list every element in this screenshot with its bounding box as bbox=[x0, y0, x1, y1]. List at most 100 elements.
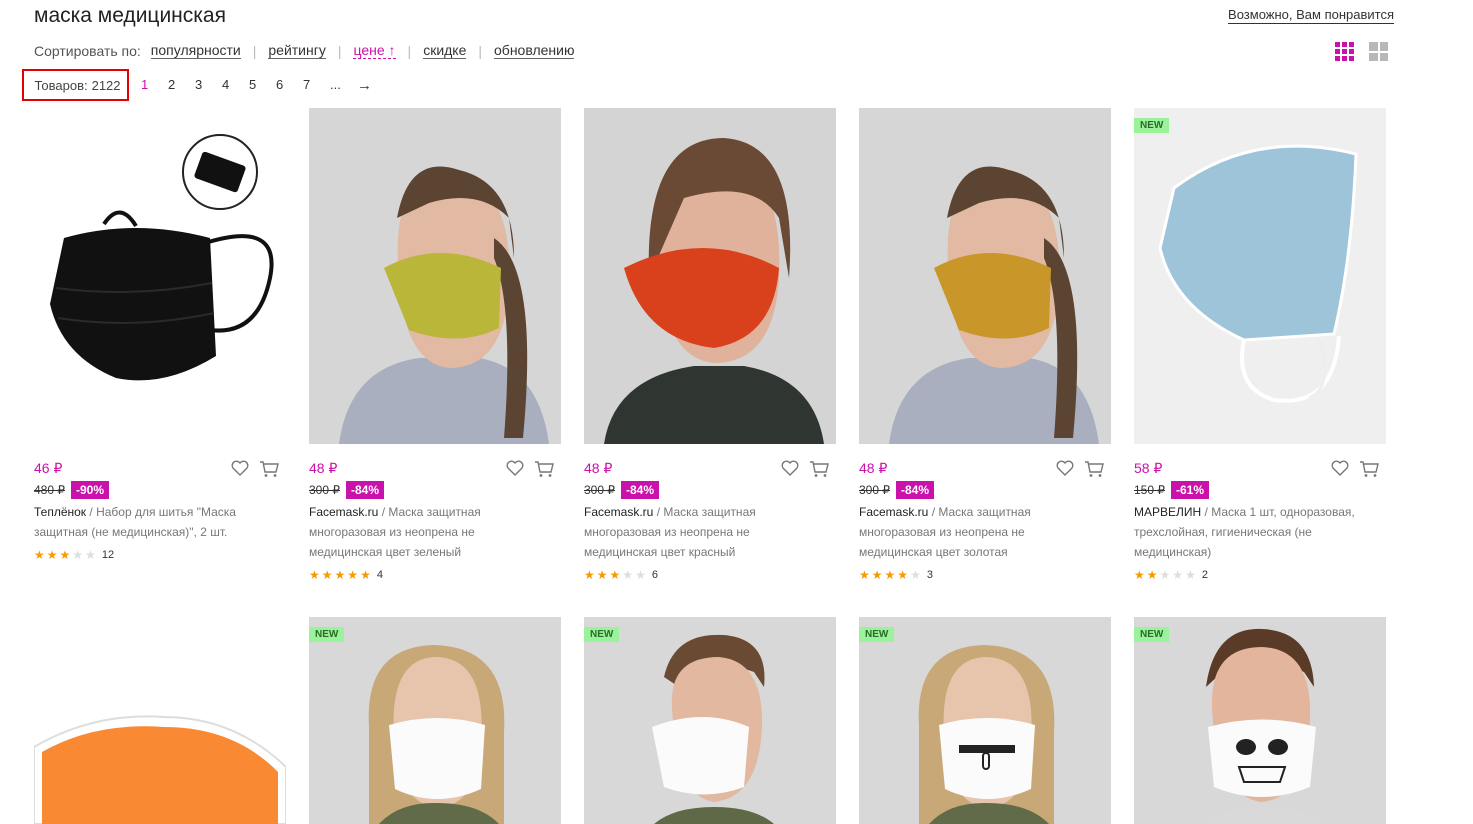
sort-label: Сортировать по: bbox=[34, 42, 141, 59]
star-icon: ★ bbox=[34, 548, 45, 562]
star-icon: ★ bbox=[871, 568, 883, 582]
star-icon: ★ bbox=[1185, 568, 1196, 582]
new-badge: NEW bbox=[584, 627, 620, 642]
star-icon: ★ bbox=[897, 568, 909, 582]
grid-3-view-icon[interactable] bbox=[1335, 42, 1354, 61]
sort-discount[interactable]: скидке bbox=[423, 42, 467, 59]
favorite-heart-icon[interactable] bbox=[231, 460, 249, 476]
page-link[interactable]: 7 bbox=[303, 77, 330, 94]
new-badge: NEW bbox=[309, 627, 345, 642]
discount-badge: -84% bbox=[621, 481, 660, 499]
star-icon: ★ bbox=[584, 568, 595, 582]
star-icon: ★ bbox=[910, 568, 921, 582]
review-count: 12 bbox=[101, 549, 115, 561]
review-count: 6 bbox=[651, 569, 658, 581]
star-icon: ★ bbox=[46, 548, 58, 562]
star-icon: ★ bbox=[884, 568, 896, 582]
product-title[interactable]: МАРВЕЛИН / Маска 1 шт, одноразовая, трех… bbox=[1134, 502, 1374, 562]
new-badge: NEW bbox=[859, 627, 895, 642]
new-badge: NEW bbox=[1134, 627, 1170, 642]
page-link[interactable]: 5 bbox=[249, 77, 276, 94]
product-image[interactable] bbox=[34, 108, 286, 444]
favorite-heart-icon[interactable] bbox=[506, 460, 524, 476]
page-link[interactable]: 1 bbox=[141, 77, 168, 94]
sort-price[interactable]: цене ↑ bbox=[353, 42, 396, 59]
product-image[interactable]: NEW bbox=[859, 617, 1111, 824]
product-card[interactable]: NEW bbox=[309, 617, 561, 824]
product-brand: Facemask.ru bbox=[859, 505, 929, 519]
product-image[interactable] bbox=[309, 108, 561, 444]
product-title[interactable]: Теплёнок / Набор для шитья "Маска защитн… bbox=[34, 502, 274, 542]
product-count-value: 2122 bbox=[91, 77, 121, 93]
old-price: 150 ₽ bbox=[1134, 483, 1165, 497]
product-rating: ★ ★ ★ ★ ★ 3 bbox=[859, 568, 933, 582]
star-icon: ★ bbox=[622, 568, 634, 582]
product-title[interactable]: Facemask.ru / Маска защитная многоразова… bbox=[309, 502, 549, 562]
grid-2-view-icon[interactable] bbox=[1369, 42, 1388, 61]
product-card[interactable]: NEW bbox=[584, 617, 836, 824]
review-count: 3 bbox=[926, 569, 933, 581]
page-link[interactable]: 6 bbox=[276, 77, 303, 94]
page-link[interactable]: 2 bbox=[168, 77, 195, 94]
star-icon: ★ bbox=[59, 548, 71, 562]
sort-rating[interactable]: рейтингу bbox=[268, 42, 326, 59]
product-card[interactable] bbox=[34, 617, 286, 824]
product-card[interactable]: NEW 58 ₽ 150 ₽ -61% МАРВЕЛИН / Маска 1 ш… bbox=[1134, 108, 1386, 584]
new-badge: NEW bbox=[1134, 118, 1170, 133]
star-icon: ★ bbox=[321, 568, 333, 582]
page-link[interactable]: 4 bbox=[222, 77, 249, 94]
product-card[interactable]: NEW bbox=[859, 617, 1111, 824]
sort-bar: Сортировать по: популярности | рейтингу … bbox=[34, 42, 575, 59]
product-image[interactable] bbox=[34, 617, 286, 824]
star-icon: ★ bbox=[859, 568, 870, 582]
review-count: 2 bbox=[1201, 569, 1208, 581]
sort-update[interactable]: обновлению bbox=[494, 42, 575, 59]
favorite-heart-icon[interactable] bbox=[1056, 460, 1074, 476]
discount-badge: -90% bbox=[71, 481, 110, 499]
sort-popularity[interactable]: популярности bbox=[150, 42, 241, 59]
add-to-cart-icon[interactable] bbox=[534, 460, 554, 478]
add-to-cart-icon[interactable] bbox=[259, 460, 279, 478]
product-image[interactable] bbox=[859, 108, 1111, 444]
old-price: 300 ₽ bbox=[584, 483, 615, 497]
star-icon: ★ bbox=[1172, 568, 1184, 582]
add-to-cart-icon[interactable] bbox=[809, 460, 829, 478]
product-image[interactable] bbox=[584, 108, 836, 444]
discount-badge: -84% bbox=[346, 481, 385, 499]
review-count: 4 bbox=[376, 569, 383, 581]
product-card[interactable]: NEW bbox=[1134, 617, 1386, 824]
page-ellipsis: ... bbox=[330, 76, 341, 92]
product-price: 46 ₽ bbox=[34, 460, 63, 476]
product-card[interactable]: 48 ₽ 300 ₽ -84% Facemask.ru / Маска защи… bbox=[309, 108, 561, 584]
product-image[interactable]: NEW bbox=[1134, 617, 1386, 824]
product-rating: ★ ★ ★ ★ ★ 6 bbox=[584, 568, 658, 582]
add-to-cart-icon[interactable] bbox=[1084, 460, 1104, 478]
product-brand: Facemask.ru bbox=[584, 505, 654, 519]
page-title: маска медицинская bbox=[34, 4, 226, 27]
recommendations-link[interactable]: Возможно, Вам понравится bbox=[1228, 7, 1394, 24]
product-image[interactable]: NEW bbox=[1134, 108, 1386, 444]
star-icon: ★ bbox=[1146, 568, 1158, 582]
old-price: 300 ₽ bbox=[309, 483, 340, 497]
discount-badge: -61% bbox=[1171, 481, 1210, 499]
product-count: Товаров: 2122 bbox=[22, 69, 129, 101]
product-title[interactable]: Facemask.ru / Маска защитная многоразова… bbox=[859, 502, 1099, 562]
favorite-heart-icon[interactable] bbox=[1331, 460, 1349, 476]
page-link[interactable]: 3 bbox=[195, 77, 222, 94]
add-to-cart-icon[interactable] bbox=[1359, 460, 1379, 478]
star-icon: ★ bbox=[360, 568, 371, 582]
star-icon: ★ bbox=[72, 548, 84, 562]
product-title[interactable]: Facemask.ru / Маска защитная многоразова… bbox=[584, 502, 824, 562]
product-card[interactable]: 46 ₽ 480 ₽ -90% Теплёнок / Набор для шит… bbox=[34, 108, 286, 584]
product-price: 48 ₽ bbox=[309, 460, 338, 476]
sort-separator: | bbox=[337, 42, 342, 59]
product-card[interactable]: 48 ₽ 300 ₽ -84% Facemask.ru / Маска защи… bbox=[859, 108, 1111, 584]
product-card[interactable]: 48 ₽ 300 ₽ -84% Facemask.ru / Маска защи… bbox=[584, 108, 836, 584]
star-icon: ★ bbox=[609, 568, 621, 582]
pagination: Товаров: 2122 1 2 3 4 5 6 7 ... → bbox=[22, 67, 384, 103]
next-page-arrow[interactable]: → bbox=[357, 77, 384, 94]
product-image[interactable]: NEW bbox=[309, 617, 561, 824]
favorite-heart-icon[interactable] bbox=[781, 460, 799, 476]
product-image[interactable]: NEW bbox=[584, 617, 836, 824]
product-price: 58 ₽ bbox=[1134, 460, 1163, 476]
